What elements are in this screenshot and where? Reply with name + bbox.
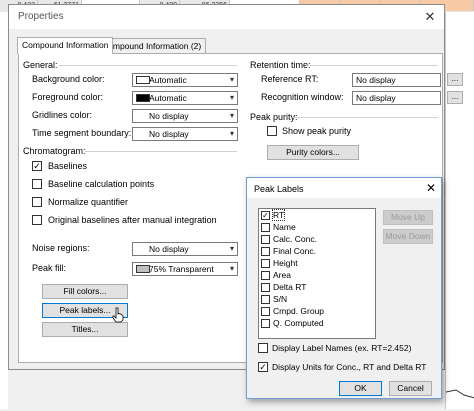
list-item-checkbox[interactable] — [261, 295, 270, 304]
recognition-window-browse-button[interactable]: ... — [447, 91, 463, 104]
chevron-down-icon: ▾ — [229, 75, 234, 84]
reference-rt-label: Reference RT: — [261, 74, 319, 84]
display-label-names-label: Display Label Names (ex. RT=2.452) — [272, 343, 412, 353]
noise-regions-combo[interactable]: No display ▾ — [132, 242, 238, 256]
time-segment-boundary-combo[interactable]: No display ▾ — [132, 127, 238, 141]
cancel-button[interactable]: Cancel — [389, 381, 432, 396]
background-chart-right — [445, 12, 474, 409]
section-chromatogram: Chromatogram: — [23, 146, 86, 156]
list-item-label: RT — [271, 209, 286, 221]
list-item-label: Q. Computed — [273, 318, 324, 328]
tab-compound-information[interactable]: Compound Information — [17, 37, 114, 54]
list-item-checkbox[interactable] — [261, 235, 270, 244]
display-units-label: Display Units for Conc., RT and Delta RT — [272, 362, 427, 372]
list-item-label: S/N — [273, 294, 288, 304]
list-item-label: Delta RT — [273, 282, 307, 292]
foreground-color-combo[interactable]: Automatic ▾ — [132, 91, 238, 105]
foreground-color-label: Foreground color: — [32, 92, 104, 102]
list-item-label: Name — [273, 222, 296, 232]
close-icon[interactable]: ✕ — [419, 8, 441, 26]
section-divider — [306, 65, 438, 66]
normalize-quantifier-checkbox[interactable] — [32, 197, 42, 207]
section-retention-time: Retention time: — [250, 60, 311, 70]
section-divider — [59, 65, 237, 66]
gridlines-color-combo[interactable]: No display ▾ — [132, 109, 238, 123]
reference-rt-browse-button[interactable]: ... — [447, 73, 463, 86]
color-swatch — [136, 76, 150, 84]
display-units-checkbox[interactable]: ✓ — [258, 362, 268, 372]
list-item-label: Calc. Conc. — [273, 234, 317, 244]
list-item-checkbox[interactable] — [261, 259, 270, 268]
chevron-down-icon: ▾ — [229, 244, 234, 253]
section-peak-purity: Peak purity: — [250, 112, 298, 122]
titles-button[interactable]: Titles... — [42, 322, 128, 337]
list-item-label: Height — [273, 258, 298, 268]
section-general: General: — [23, 60, 58, 70]
list-item-checkbox[interactable]: ✓ — [261, 211, 270, 220]
noise-regions-label: Noise regions: — [32, 243, 90, 253]
baseline-calculation-points-checkbox[interactable] — [32, 179, 42, 189]
baselines-checkbox[interactable]: ✓ — [32, 161, 42, 171]
background-chart-left — [0, 12, 8, 409]
show-peak-purity-checkbox[interactable] — [267, 126, 277, 136]
list-item-checkbox[interactable] — [261, 247, 270, 256]
original-baselines-label: Original baselines after manual integrat… — [48, 215, 217, 225]
fill-colors-button[interactable]: Fill colors... — [42, 284, 128, 299]
section-divider — [85, 151, 237, 152]
gridlines-color-label: Gridlines color: — [32, 110, 93, 120]
list-item-label: Final Conc. — [273, 246, 316, 256]
section-divider — [293, 117, 438, 118]
reference-rt-field[interactable]: No display — [352, 73, 441, 87]
show-peak-purity-label: Show peak purity — [282, 126, 352, 136]
list-item-checkbox[interactable] — [261, 307, 270, 316]
list-item-checkbox[interactable] — [261, 223, 270, 232]
normalize-quantifier-label: Normalize quantifier — [48, 197, 129, 207]
display-label-names-checkbox[interactable] — [258, 343, 268, 353]
peak-fill-label: Peak fill: — [32, 263, 67, 273]
chevron-down-icon: ▾ — [229, 111, 234, 120]
chevron-down-icon: ▾ — [229, 264, 234, 273]
list-item-checkbox[interactable] — [261, 283, 270, 292]
background-chart-trace — [445, 389, 474, 399]
purity-colors-button[interactable]: Purity colors... — [267, 145, 359, 160]
window-title: Properties — [18, 11, 64, 22]
recognition-window-label: Recognition window: — [261, 92, 344, 102]
recognition-window-field[interactable]: No display — [352, 91, 441, 105]
peak-label-list[interactable]: ✓ RT Name Calc. Conc. Final Conc. Height… — [258, 208, 376, 339]
close-icon[interactable]: ✕ — [423, 180, 439, 196]
move-down-button[interactable]: Move Down — [383, 229, 433, 244]
color-swatch — [136, 265, 150, 273]
hand-cursor-icon — [112, 307, 124, 323]
chevron-down-icon: ▾ — [229, 129, 234, 138]
list-item-label: Area — [273, 270, 291, 280]
move-up-button[interactable]: Move Up — [383, 210, 433, 225]
chevron-down-icon: ▾ — [229, 93, 234, 102]
list-item-checkbox[interactable] — [261, 319, 270, 328]
background-color-label: Background color: — [32, 74, 105, 84]
baseline-calculation-points-label: Baseline calculation points — [48, 179, 155, 189]
original-baselines-checkbox[interactable] — [32, 215, 42, 225]
properties-titlebar[interactable] — [9, 5, 444, 29]
list-item-checkbox[interactable] — [261, 271, 270, 280]
list-item-label: Cmpd. Group — [273, 306, 325, 316]
dialog-title: Peak Labels — [254, 184, 304, 194]
baselines-label: Baselines — [48, 161, 88, 171]
time-segment-boundary-label: Time segment boundary: — [32, 128, 132, 138]
background-color-combo[interactable]: Automatic ▾ — [132, 73, 238, 87]
color-swatch — [136, 94, 150, 102]
peak-fill-combo[interactable]: 75% Transparent ▾ — [132, 262, 238, 276]
ok-button[interactable]: OK — [339, 381, 382, 396]
peak-labels-dialog: Peak Labels ✕ ✓ RT Name Calc. Conc. Fina… — [246, 177, 442, 399]
